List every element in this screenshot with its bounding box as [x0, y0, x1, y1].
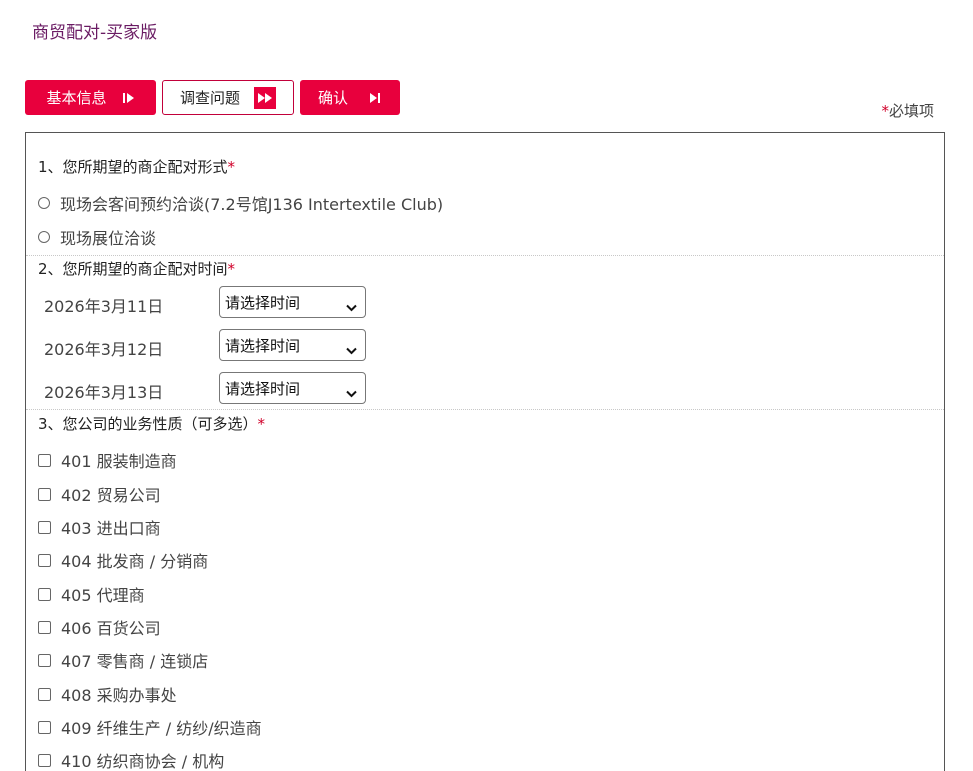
- checkbox-option[interactable]: 407 零售商 / 连锁店: [38, 648, 208, 672]
- checkbox[interactable]: [38, 653, 51, 667]
- tab-confirm[interactable]: 确认: [300, 80, 400, 115]
- required-star: *: [257, 415, 266, 433]
- skip-end-icon: [368, 91, 382, 105]
- checkbox-option[interactable]: 408 采购办事处: [38, 682, 177, 706]
- step-forward-icon: [121, 91, 135, 105]
- tab-survey-questions[interactable]: 调查问题: [162, 80, 294, 115]
- required-star: *: [881, 102, 889, 120]
- checkbox-label: 401 服装制造商: [61, 452, 177, 471]
- question-3-title: 3、您公司的业务性质（可多选）*: [38, 413, 265, 434]
- checkbox-label: 407 零售商 / 连锁店: [61, 652, 209, 671]
- question-2-text: 2、您所期望的商企配对时间: [38, 260, 228, 278]
- checkbox[interactable]: [38, 487, 51, 501]
- checkbox-option[interactable]: 403 进出口商: [38, 515, 161, 539]
- tab-survey-questions-label: 调查问题: [179, 89, 240, 107]
- question-1-text: 1、您所期望的商企配对形式: [38, 158, 228, 176]
- time-select-value: 请选择时间: [225, 336, 301, 355]
- question-2-title: 2、您所期望的商企配对时间*: [38, 258, 235, 279]
- checkbox-option[interactable]: 410 纺织商协会 / 机构: [38, 748, 224, 771]
- checkbox-option[interactable]: 406 百货公司: [38, 615, 161, 639]
- required-star: *: [227, 158, 236, 176]
- page-title: 商贸配对-买家版: [32, 23, 158, 43]
- checkbox-option[interactable]: 401 服装制造商: [38, 448, 177, 472]
- radio-option-label: 现场展位洽谈: [60, 229, 157, 248]
- divider: [26, 255, 944, 256]
- checkbox-label: 405 代理商: [61, 586, 145, 605]
- checkbox-option[interactable]: 402 贸易公司: [38, 482, 161, 506]
- required-star: *: [227, 260, 236, 278]
- survey-form: 1、您所期望的商企配对形式* 现场会客间预约洽谈(7.2号馆J136 Inter…: [25, 132, 945, 771]
- checkbox[interactable]: [38, 587, 51, 601]
- time-select-value: 请选择时间: [225, 379, 301, 398]
- page: 商贸配对-买家版 基本信息 调查问题 确认 *必填项 1、您所期望的商企配对形式…: [0, 0, 973, 771]
- divider: [26, 409, 944, 410]
- checkbox[interactable]: [38, 620, 51, 634]
- checkbox[interactable]: [38, 687, 51, 701]
- radio-button[interactable]: [38, 231, 50, 243]
- time-select[interactable]: 请选择时间: [219, 372, 366, 404]
- tab-basic-info[interactable]: 基本信息: [25, 80, 156, 115]
- checkbox-label: 404 批发商 / 分销商: [61, 552, 209, 571]
- checkbox[interactable]: [38, 553, 51, 567]
- date-row: 2026年3月13日 请选择时间: [26, 372, 426, 404]
- chevron-down-icon: [346, 384, 357, 402]
- radio-option-label: 现场会客间预约洽谈(7.2号馆J136 Intertextile Club): [60, 195, 444, 214]
- time-select[interactable]: 请选择时间: [219, 329, 366, 361]
- fast-forward-icon: [254, 86, 276, 109]
- checkbox[interactable]: [38, 720, 51, 734]
- chevron-down-icon: [346, 341, 357, 359]
- checkbox-option[interactable]: 405 代理商: [38, 582, 145, 606]
- checkbox-label: 403 进出口商: [61, 519, 161, 538]
- tab-basic-info-label: 基本信息: [46, 89, 107, 107]
- date-row: 2026年3月12日 请选择时间: [26, 329, 426, 361]
- checkbox-label: 402 贸易公司: [61, 486, 161, 505]
- required-label: 必填项: [888, 102, 934, 120]
- date-label: 2026年3月13日: [44, 383, 164, 402]
- radio-option-meeting-room[interactable]: 现场会客间预约洽谈(7.2号馆J136 Intertextile Club): [38, 191, 443, 215]
- checkbox[interactable]: [38, 453, 51, 467]
- date-row: 2026年3月11日 请选择时间: [26, 286, 426, 318]
- checkbox[interactable]: [38, 520, 51, 534]
- radio-button[interactable]: [38, 197, 50, 209]
- tab-confirm-label: 确认: [317, 89, 348, 107]
- time-select-value: 请选择时间: [225, 293, 301, 312]
- checkbox-option[interactable]: 409 纤维生产 / 纺纱/织造商: [38, 715, 262, 739]
- required-note: *必填项: [881, 100, 934, 121]
- radio-option-booth[interactable]: 现场展位洽谈: [38, 225, 156, 249]
- date-label: 2026年3月12日: [44, 340, 164, 359]
- checkbox-label: 408 采购办事处: [61, 686, 177, 705]
- chevron-down-icon: [346, 298, 357, 316]
- checkbox-option[interactable]: 404 批发商 / 分销商: [38, 548, 208, 572]
- question-3-text: 3、您公司的业务性质（可多选）: [38, 415, 258, 433]
- checkbox[interactable]: [38, 753, 51, 767]
- step-tabs: 基本信息 调查问题 确认: [25, 80, 400, 115]
- checkbox-label: 409 纤维生产 / 纺纱/织造商: [61, 719, 262, 738]
- time-select[interactable]: 请选择时间: [219, 286, 366, 318]
- date-label: 2026年3月11日: [44, 297, 164, 316]
- checkbox-label: 406 百货公司: [61, 619, 161, 638]
- question-1-title: 1、您所期望的商企配对形式*: [38, 156, 235, 177]
- checkbox-label: 410 纺织商协会 / 机构: [61, 752, 225, 771]
